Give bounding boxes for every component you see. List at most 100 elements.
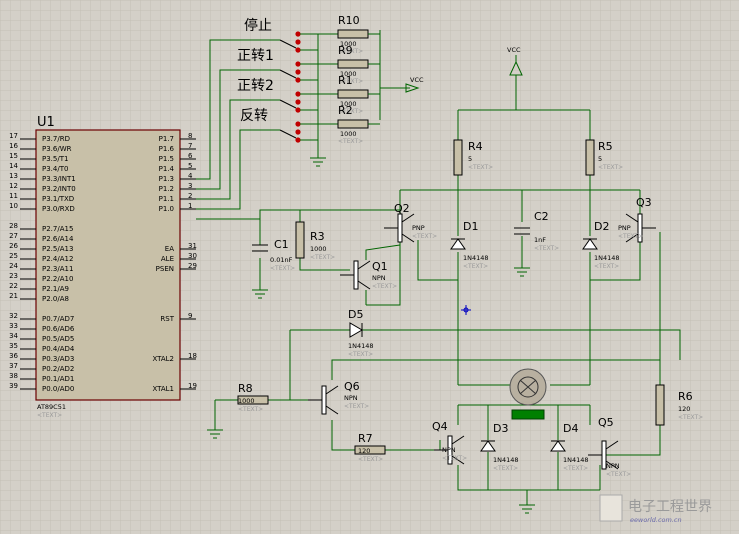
c2-text: <TEXT> [534,245,559,252]
d5-text: <TEXT> [348,351,373,358]
switch-resistor-ref: R10 [338,14,360,27]
mcu-pin-number: 6 [188,152,193,160]
mcu-pin-name: P2.3/A11 [42,265,73,273]
mcu-pin-number: 34 [9,332,18,340]
r6-value: 120 [678,405,690,413]
mcu-pin-number: 35 [9,342,18,350]
mcu-pin-name: P0.6/AD6 [42,325,75,333]
mcu-pin-name: P3.7/RD [42,135,70,143]
mcu-pin-number: 14 [9,162,18,170]
mcu-pin-number: 1 [188,202,192,210]
mcu-part: AT89C51 [37,403,66,411]
mcu-pin-name: P2.4/A12 [42,255,73,263]
d4-text: <TEXT> [563,465,588,472]
q4-type: NPN [442,446,456,454]
motor[interactable] [509,368,547,420]
mcu-pin-number: 10 [9,202,18,210]
r7-text: <TEXT> [358,456,383,463]
q6-type: NPN [344,394,358,402]
q2-text: <TEXT> [412,233,437,240]
mcu-pin-number: 25 [9,252,18,260]
mcu-pin-number: 32 [9,312,18,320]
mcu-pin-number: 39 [9,382,18,390]
q3-text: <TEXT> [618,233,643,240]
watermark-url: eeworld.com.cn [630,516,682,524]
q5-ref: Q5 [598,416,614,429]
switch-label: 反转 [240,108,268,124]
mcu-pin-number: 2 [188,192,192,200]
mcu-pin-name: P3.2/INT0 [42,185,76,193]
q5-text: <TEXT> [606,471,631,478]
mcu-pin-name: P1.6 [159,145,175,153]
mcu-pin-number: 11 [9,192,18,200]
r5-text: <TEXT> [598,164,623,171]
mcu-pin-name: P3.3/INT1 [42,175,76,183]
q5-type: NPN [606,462,620,470]
mcu-pin-name: P2.5/A13 [42,245,73,253]
r7-ref: R7 [358,432,373,445]
mcu-pin-number: 4 [188,172,193,180]
q6-ref: Q6 [344,380,360,393]
mcu-pin-name: P1.2 [159,185,174,193]
mcu-pin-name: XTAL2 [152,355,174,363]
c2-ref: C2 [534,210,549,223]
d2-value: 1N4148 [594,254,620,262]
q1-ref: Q1 [372,260,388,273]
c1-ref: C1 [274,238,289,251]
mcu-pin-name: P3.1/TXD [42,195,74,203]
d1-text: <TEXT> [463,263,488,270]
c1-value: 0.01nF [270,256,293,264]
r3-value: 1000 [310,245,327,253]
mcu-u1[interactable]: U1 AT89C51 <TEXT> 17 P3.7/RD16 P3.6/WR15 P3… [9,115,197,419]
q2-type: PNP [412,224,425,232]
r8-text: <TEXT> [238,406,263,413]
r5-ref: R5 [598,140,613,153]
mcu-pin-name: ALE [161,255,174,263]
mcu-pin-number: 3 [188,182,192,190]
switch-resistor-value: 1000 [340,130,357,138]
d1-ref: D1 [463,220,478,233]
q2-ref: Q2 [394,202,410,215]
q3-type: PNP [618,224,631,232]
q1-type: NPN [372,274,386,282]
mcu-pin-name: P1.3 [159,175,174,183]
r5-value: 5 [598,155,602,163]
r4-text: <TEXT> [468,164,493,171]
d2-text: <TEXT> [594,263,619,270]
r6-ref: R6 [678,390,693,403]
mcu-pin-name: P2.6/A14 [42,235,74,243]
mcu-pin-name: RST [160,315,174,323]
mcu-pin-name: P3.0/RXD [42,205,75,213]
q1-text: <TEXT> [372,283,397,290]
d5-value: 1N4148 [348,342,374,350]
r8-value: 1000 [238,397,255,405]
r3-ref: R3 [310,230,325,243]
mcu-pin-name: P0.0/AD0 [42,385,74,393]
mcu-pin-number: 13 [9,172,18,180]
mcu-pin-name: P3.5/T1 [42,155,68,163]
mcu-pin-name: XTAL1 [152,385,174,393]
mcu-pin-name: P0.5/AD5 [42,335,74,343]
mcu-pin-name: P2.7/A15 [42,225,73,233]
mcu-pin-number: 33 [9,322,18,330]
d3-text: <TEXT> [493,465,518,472]
switch-resistor-ref: R1 [338,74,353,87]
switch-label: 停止 [244,17,272,34]
mcu-pin-number: 22 [9,282,18,290]
mcu-pin-number: 28 [9,222,18,230]
r4-ref: R4 [468,140,483,153]
mcu-pin-number: 12 [9,182,18,190]
mcu-pin-number: 31 [188,242,197,250]
mcu-pin-number: 38 [9,372,18,380]
q4-ref: Q4 [432,420,448,433]
switch-resistor-ref: R9 [338,44,353,57]
mcu-pin-name: P1.5 [159,155,174,163]
motor-speed-display [511,409,545,420]
r8-ref: R8 [238,382,253,395]
mcu-text: <TEXT> [37,412,62,419]
mcu-pin-number: 21 [9,292,18,300]
mcu-pin-name: P3.6/WR [42,145,72,153]
mcu-pin-name: P2.0/A8 [42,295,69,303]
mcu-pin-number: 37 [9,362,18,370]
r3-text: <TEXT> [310,254,335,261]
